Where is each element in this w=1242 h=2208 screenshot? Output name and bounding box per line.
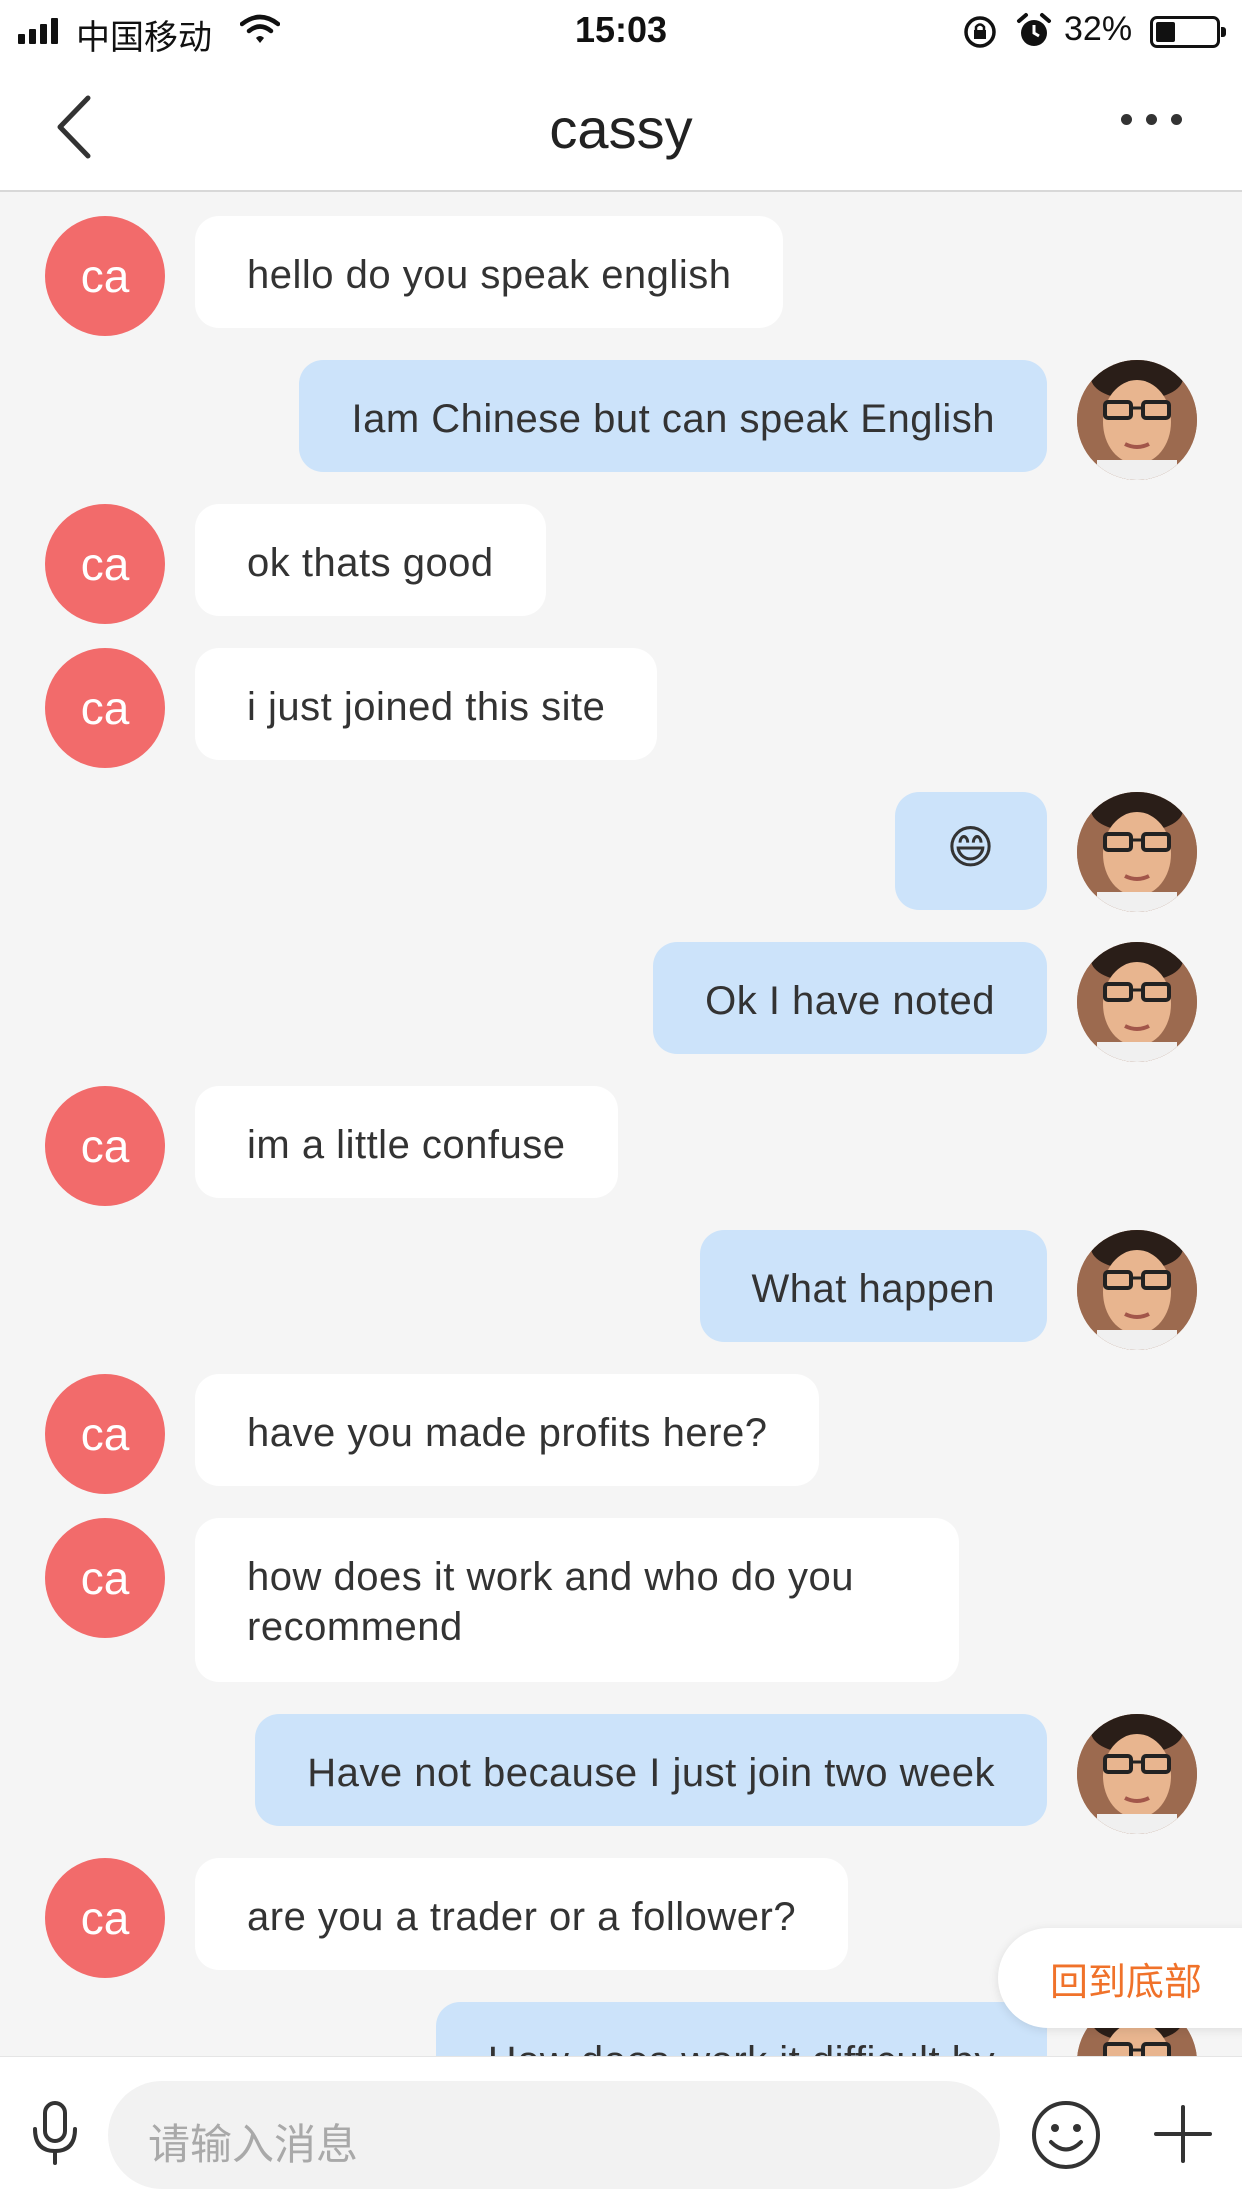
user-photo [1077,942,1197,1062]
contact-avatar[interactable]: ca [45,1858,165,1978]
rotation-lock-icon [962,14,998,55]
my-avatar[interactable] [1077,1230,1197,1350]
chat-header: cassy [0,62,1242,192]
plus-icon [1154,2105,1212,2163]
outgoing-message[interactable]: Ok I have noted [653,942,1047,1054]
incoming-message[interactable]: how does it work and who do you recommen… [195,1518,959,1682]
contact-avatar[interactable]: ca [45,1374,165,1494]
incoming-message[interactable]: im a little confuse [195,1086,618,1198]
incoming-message[interactable]: are you a trader or a follower? [195,1858,849,1970]
outgoing-message[interactable]: How does work it difficult by [435,2002,1047,2056]
incoming-message[interactable]: have you made profits here? [195,1374,820,1486]
outgoing-message[interactable]: Have not because I just join two week [255,1714,1047,1826]
microphone-icon [33,2101,77,2165]
incoming-message[interactable]: i just joined this site [195,648,658,760]
contact-avatar[interactable]: ca [45,1086,165,1206]
input-bar: 请输入消息 [0,2056,1242,2208]
contact-avatar[interactable]: ca [45,216,165,336]
emoji-button[interactable] [1030,2099,1102,2176]
user-photo [1077,792,1197,912]
alarm-icon [1016,12,1052,55]
my-avatar[interactable] [1077,942,1197,1062]
user-photo [1077,1714,1197,1834]
incoming-message[interactable]: hello do you speak english [195,216,784,328]
user-photo [1077,1230,1197,1350]
status-time: 15:03 [574,9,668,50]
message-list[interactable]: ca hello do you speak english Iam Chines… [0,194,1242,2056]
contact-avatar[interactable]: ca [45,648,165,768]
outgoing-message[interactable]: Iam Chinese but can speak English [299,360,1047,472]
message-input-placeholder: 请输入消息 [148,2120,359,2169]
contact-avatar[interactable]: ca [45,504,165,624]
battery-icon [1150,16,1226,48]
outgoing-emoji-message[interactable]: 😄 [894,792,1047,910]
more-dots-icon [1121,114,1132,125]
more-button[interactable] [1121,114,1182,125]
my-avatar[interactable] [1077,792,1197,912]
back-to-bottom-button[interactable]: 回到底部 [998,1928,1242,2028]
message-input[interactable]: 请输入消息 [108,2081,1000,2189]
user-photo [1077,360,1197,480]
chat-title: cassy [549,97,693,160]
contact-avatar[interactable]: ca [45,1518,165,1638]
smiley-icon [1032,2101,1100,2169]
more-actions-button[interactable] [1152,2103,1214,2170]
my-avatar[interactable] [1077,1714,1197,1834]
incoming-message[interactable]: ok thats good [195,504,546,616]
battery-percent: 32% [1064,10,1133,48]
status-bar: 中国移动 15:03 32% [0,0,1242,62]
outgoing-message[interactable]: What happen [699,1230,1047,1342]
voice-button[interactable] [30,2101,80,2172]
my-avatar[interactable] [1077,360,1197,480]
